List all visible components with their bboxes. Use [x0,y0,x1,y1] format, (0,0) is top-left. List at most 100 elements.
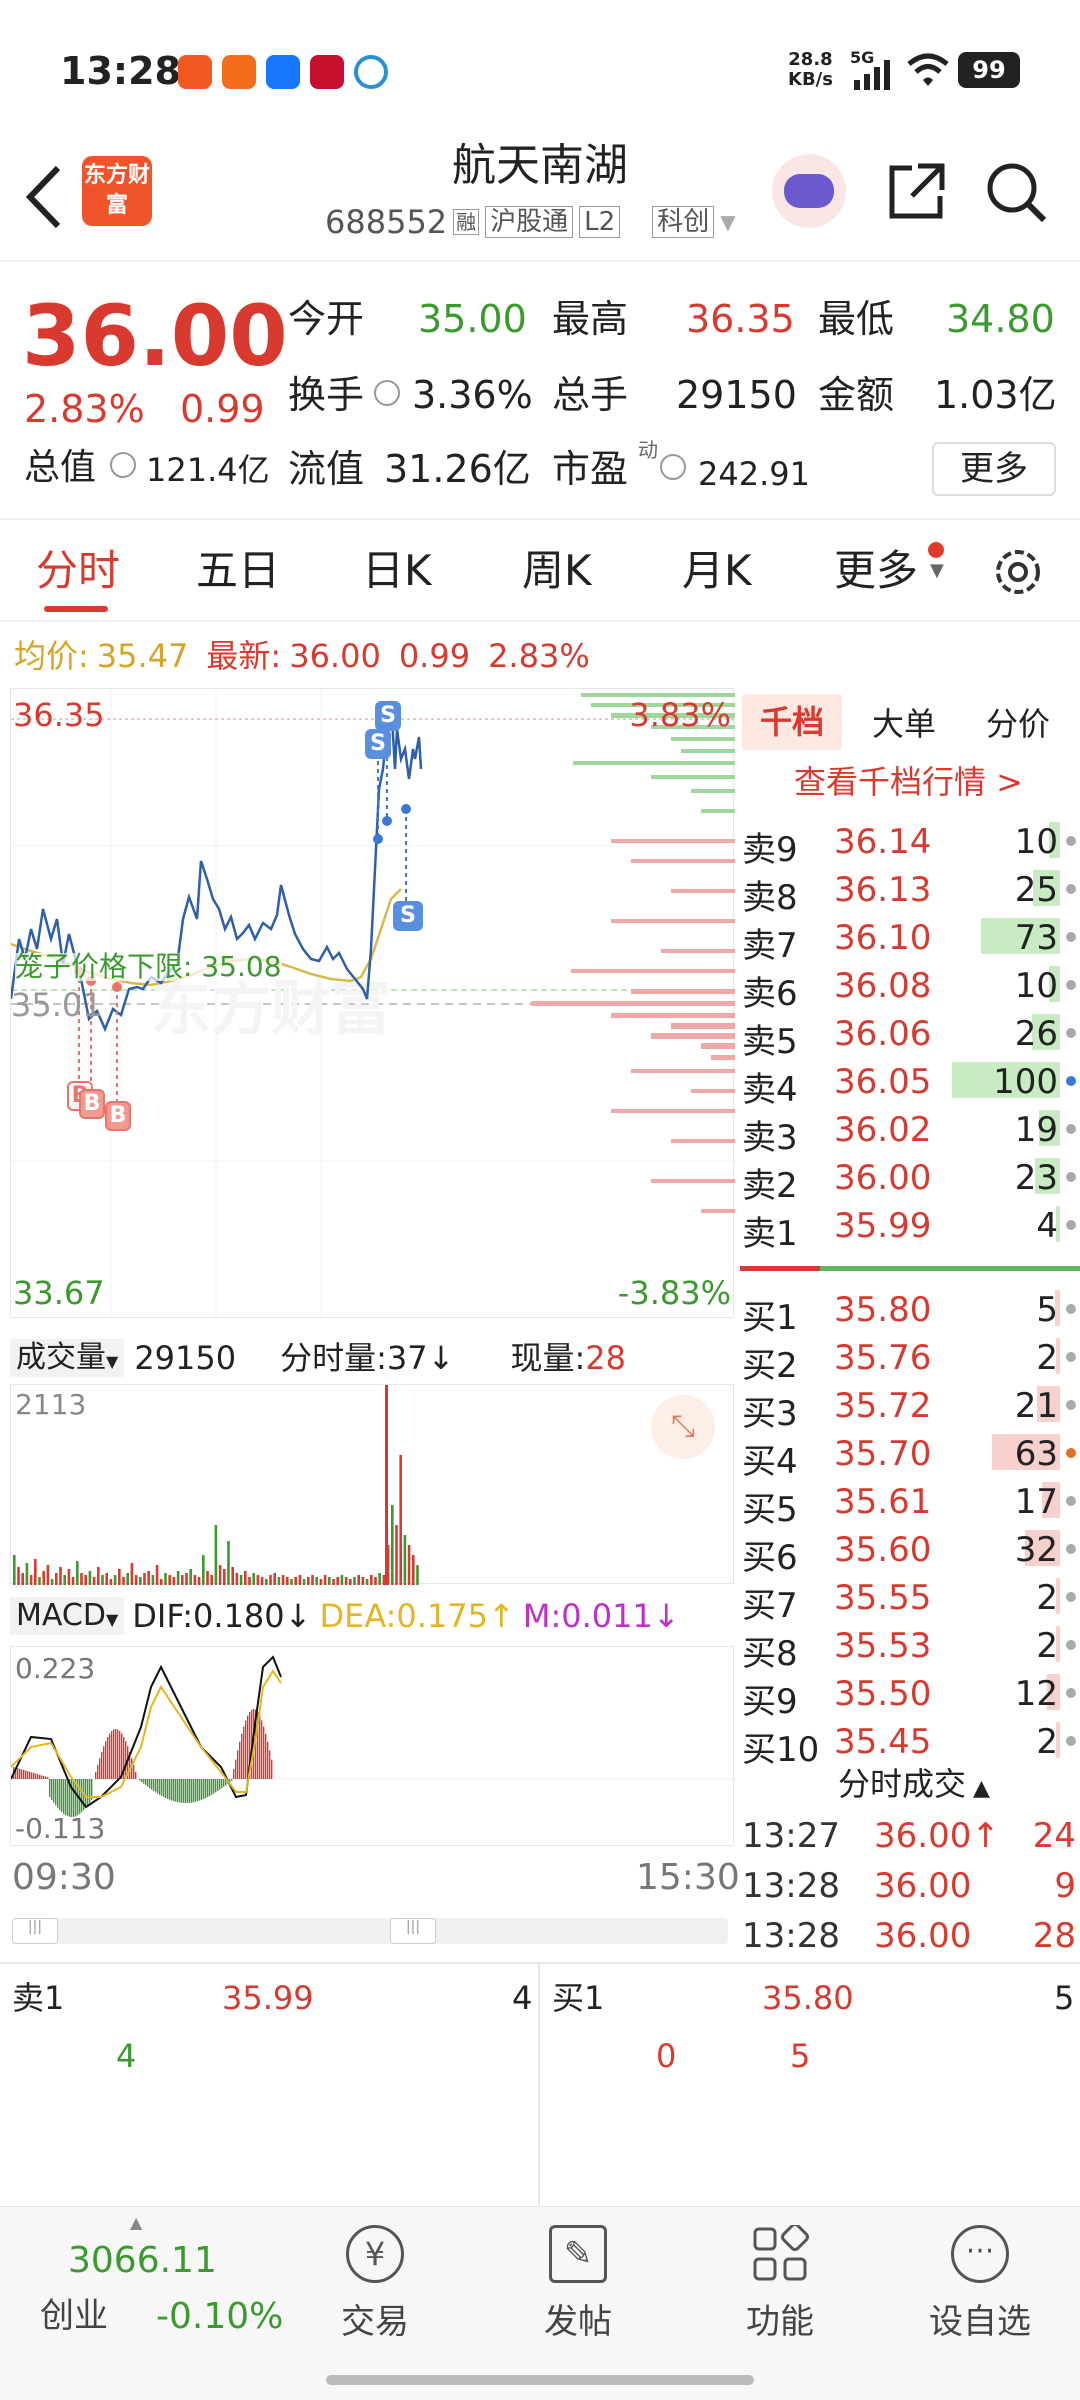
tab-price-dist[interactable]: 分价 [986,708,1050,740]
range-scrollbar[interactable]: ||| ||| [12,1918,728,1944]
sell-level-row[interactable]: 卖3 36.02 19 [738,1104,1080,1158]
chevron-up-icon: ▲ [130,2213,143,2232]
chevron-down-icon: ▼ [105,1610,119,1629]
range-handle-left[interactable]: ||| [12,1918,58,1944]
sell-level-volume: 25 [1014,870,1058,910]
search-icon[interactable] [984,160,1048,224]
sell-level-row[interactable]: 卖5 36.06 26 [738,1008,1080,1062]
sell-level-row[interactable]: 卖4 36.05 100 [738,1056,1080,1110]
volume-bar [29,1575,33,1585]
sell-marker[interactable]: S [375,701,401,731]
buy-level-volume: 63 [1014,1434,1058,1474]
volume-bar [172,1577,176,1585]
sell-level-row[interactable]: 卖7 36.10 73 [738,912,1080,966]
macd-bar [185,1779,187,1803]
buy-level-row[interactable]: 买2 35.76 2 [738,1332,1080,1386]
macd-bar [143,1779,145,1784]
volume-bar [189,1569,192,1585]
nav-post[interactable]: ✎ 发帖 [528,2225,628,2375]
buy-marker[interactable]: B [105,1101,131,1131]
sell-level-row[interactable]: 卖6 36.08 10 [738,960,1080,1014]
volume-bar [46,1565,50,1585]
sell-level-volume: 73 [1014,918,1058,958]
macd-bar [45,1776,47,1779]
buy-level-row[interactable]: 买9 35.50 12 [738,1668,1080,1722]
buy-queue-item: 0 [656,2037,677,2075]
nav-functions[interactable]: 功能 [730,2225,830,2375]
dea-line [11,1669,282,1798]
volume-chart[interactable]: 2113 ⤡ [10,1384,734,1585]
volume-bar [328,1577,331,1585]
sell-level-row[interactable]: 卖1 35.99 4 [738,1200,1080,1254]
nav-watchlist[interactable]: ··· 设自选 [915,2225,1045,2375]
chevron-down-icon[interactable]: ▼ [720,212,735,232]
latest-value: 36.00 [289,637,381,675]
index-ticker[interactable]: ▲ 3066.11 创业 -0.10% [0,2207,283,2400]
more-button[interactable]: 更多 [932,442,1056,496]
axis-top-price: 36.35 [13,696,105,734]
macd-chart[interactable]: 0.223 -0.113 [10,1646,735,1846]
info-icon[interactable] [374,380,400,406]
buy-level-price: 35.70 [834,1434,932,1474]
robot-avatar[interactable] [772,154,846,228]
tab-more[interactable]: 更多 [834,550,918,592]
edit-post-icon: ✎ [549,2225,607,2283]
buy-level-row[interactable]: 买10 35.45 2 [738,1716,1080,1770]
volume-bar [21,1573,24,1585]
settings-icon[interactable] [990,544,1046,600]
buy-level-row[interactable]: 买3 35.72 21 [738,1380,1080,1434]
volume-bar [382,1575,386,1585]
share-icon[interactable] [884,160,948,224]
buy-levels: 买1 35.80 5 买2 35.76 2 买3 35.72 21 买4 35.70 63 买5 35.6… [738,1284,1080,1770]
tab-depth[interactable]: 千档 [742,694,842,750]
info-icon[interactable] [660,454,686,480]
volume-bar [176,1571,180,1585]
svg-text:东方财富: 东方财富 [151,975,391,1042]
sell-marker[interactable]: S [393,901,423,931]
intraday-chart[interactable]: 东方财富 B B B S S S 36.35 3.83% 35.01 笼子价格下… [10,688,735,1319]
range-handle-right[interactable]: ||| [390,1918,436,1944]
buy-level-row[interactable]: 买1 35.80 5 [738,1284,1080,1338]
tab-monthly[interactable]: 月K [682,550,752,592]
buy-level-price: 35.50 [834,1674,932,1714]
buy-level-row[interactable]: 买7 35.55 2 [738,1572,1080,1626]
buy-level-row[interactable]: 买6 35.60 32 [738,1524,1080,1578]
tab-intraday[interactable]: 分时 [36,550,120,592]
level-dot [1066,1640,1076,1650]
buy-level-row[interactable]: 买5 35.61 17 [738,1476,1080,1530]
macd-dif: DIF:0.180↓ [132,1600,311,1632]
volume-bar [160,1579,163,1585]
info-icon[interactable] [110,452,136,478]
bottom-buy-price: 35.80 [762,1979,854,2017]
chevron-down-icon[interactable]: ▼ [930,562,944,580]
nav-trade[interactable]: ¥ 交易 [325,2225,425,2375]
level-dot [1066,1172,1076,1182]
tab-large[interactable]: 大单 [872,708,936,740]
volume-bar [399,1455,402,1585]
macd-bar [27,1771,29,1779]
buy-level-row[interactable]: 买4 35.70 63 [738,1428,1080,1482]
sell-level-row[interactable]: 卖9 36.14 10 [738,816,1080,870]
macd-bar [47,1777,49,1779]
macd-header: MACD▼ DIF:0.180↓ DEA:0.175↑ M:0.011↓ [10,1588,734,1644]
volume-value: 29150 [676,373,797,417]
buy-marker[interactable]: B [79,1089,105,1119]
tab-5day[interactable]: 五日 [196,550,280,592]
depth-link[interactable]: 查看千档行情 > [794,766,1023,798]
trades-header[interactable]: 分时成交 ▲ [838,1768,990,1800]
level-dot [1066,1028,1076,1038]
macd-bar [187,1779,189,1803]
macd-dropdown[interactable]: MACD▼ [10,1597,125,1635]
tab-daily[interactable]: 日K [362,550,432,592]
trade-vol: 9 [1054,1866,1076,1906]
trade-vol: 24 [1032,1816,1076,1856]
tab-weekly[interactable]: 周K [522,550,592,592]
expand-icon[interactable]: ⤡ [651,1395,715,1459]
buy-level-price: 35.60 [834,1530,932,1570]
volume-dropdown[interactable]: 成交量▼ [10,1339,125,1377]
macd-bar [231,1779,233,1781]
sell-level-row[interactable]: 卖8 36.13 25 [738,864,1080,918]
sell-marker[interactable]: S [365,729,391,759]
buy-level-row[interactable]: 买8 35.53 2 [738,1620,1080,1674]
sell-level-row[interactable]: 卖2 36.00 23 [738,1152,1080,1206]
